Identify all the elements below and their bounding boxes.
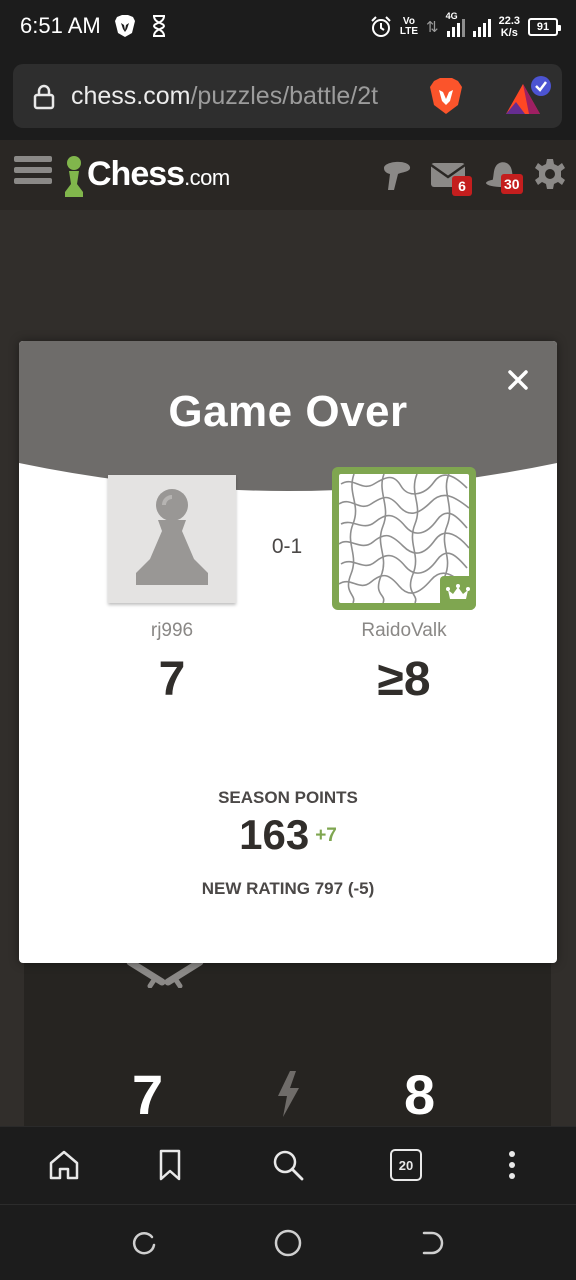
player-points-left: 7 [158, 653, 186, 706]
battle-score-left: 7 [132, 1063, 164, 1126]
game-over-modal: Game Over 0-1 rj996 RaidoValk 7 ≥8 SEASO… [19, 341, 557, 963]
brave-notification-icon [115, 15, 135, 37]
crown-icon [446, 584, 470, 599]
season-points: 163 +7 [19, 811, 557, 859]
season-points-delta: +7 [315, 825, 337, 846]
season-points-label: SEASON POINTS [218, 788, 358, 807]
season-points-value: 163 [239, 811, 310, 858]
status-bar: 6:51 AM Vo LTE ⇅ 4G 22.3 K/s 91 [0, 0, 576, 54]
notifications-badge: 30 [501, 174, 523, 194]
battery-icon: 91 [528, 18, 561, 36]
tabs-button[interactable]: 20 [390, 1149, 422, 1181]
new-rating: NEW RATING 797 (-5) [201, 879, 375, 898]
puzzle-piece-icon[interactable] [380, 158, 414, 192]
lightning-icon [278, 1071, 299, 1117]
pawn-placeholder-icon [136, 489, 208, 585]
alarm-icon [371, 16, 391, 37]
network-speed: 22.3 K/s [498, 15, 520, 39]
signal-icon-2 [472, 17, 491, 37]
site-header: Chess.com 6 30 [0, 140, 576, 210]
recent-apps-icon[interactable] [130, 1229, 158, 1257]
network-type: 4G [445, 11, 458, 21]
status-time: 6:51 AM [20, 13, 101, 38]
messages-badge: 6 [452, 176, 472, 196]
back-nav-icon[interactable] [418, 1229, 446, 1257]
battery-level: 91 [536, 21, 550, 33]
close-icon[interactable] [505, 367, 531, 393]
pawn-logo-icon [65, 156, 83, 197]
browser-address-area: chess.com/puzzles/battle/2t [0, 54, 576, 140]
settings-gear-icon[interactable] [534, 158, 566, 190]
more-options-icon[interactable] [494, 1147, 530, 1183]
chess-logo[interactable]: Chess.com [63, 148, 230, 198]
battle-score-right: 8 [404, 1063, 436, 1126]
player-avatar-left[interactable] [108, 475, 236, 603]
brave-rewards-icon[interactable] [503, 74, 553, 118]
player-name-right[interactable]: RaidoValk [332, 620, 476, 642]
player-name-left[interactable]: rj996 [108, 620, 236, 642]
brave-shields-icon[interactable] [429, 77, 463, 115]
search-icon[interactable] [270, 1147, 306, 1183]
volte-indicator: Vo LTE [399, 16, 418, 37]
browser-toolbar: 20 [0, 1126, 576, 1204]
system-nav-bar [0, 1204, 576, 1280]
data-activity-icon: ⇅ [426, 19, 439, 36]
signal-icon-1: 4G [446, 11, 465, 37]
premium-crown-badge [440, 576, 476, 610]
url-text[interactable]: chess.com/puzzles/battle/2t [71, 82, 378, 111]
home-icon[interactable] [46, 1147, 82, 1183]
game-result: 0-1 [271, 535, 303, 558]
hourglass-icon [152, 15, 166, 37]
modal-title: Game Over [168, 387, 408, 436]
bookmark-icon[interactable] [152, 1147, 188, 1183]
lock-icon[interactable] [33, 84, 55, 110]
menu-icon[interactable] [14, 156, 52, 192]
address-bar[interactable]: chess.com/puzzles/battle/2t [13, 64, 562, 128]
player-avatar-right[interactable] [332, 467, 476, 610]
player-points-right: ≥8 [377, 653, 431, 706]
home-nav-icon[interactable] [272, 1227, 304, 1259]
